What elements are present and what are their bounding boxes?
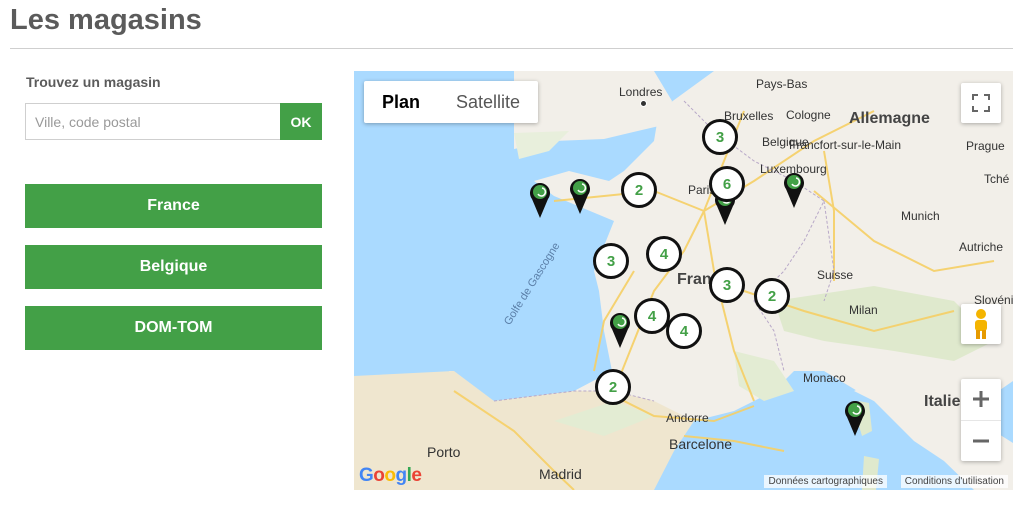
- search-form: OK: [25, 103, 322, 140]
- store-cluster[interactable]: 4: [666, 313, 702, 349]
- google-logo: Google: [359, 465, 422, 486]
- store-pin-icon[interactable]: [609, 311, 631, 349]
- search-ok-button[interactable]: OK: [280, 103, 322, 140]
- map-label-barcelone: Barcelone: [669, 436, 733, 452]
- store-cluster[interactable]: 2: [595, 369, 631, 405]
- title-divider: [10, 48, 1013, 49]
- map-label-andorre: Andorre: [666, 411, 709, 425]
- pegman-icon: [975, 309, 987, 339]
- map-label-tche: Tché: [984, 172, 1010, 186]
- map-dot-londres: [640, 100, 647, 107]
- fullscreen-button[interactable]: [961, 83, 1001, 123]
- store-cluster[interactable]: 2: [754, 278, 790, 314]
- store-cluster[interactable]: 4: [634, 298, 670, 334]
- map-label-slovenie: Slovéni: [974, 293, 1013, 307]
- fullscreen-icon: [972, 94, 990, 112]
- map-label-pays-bas: Pays-Bas: [756, 77, 808, 91]
- map-label-italie: Italie: [924, 393, 961, 410]
- plus-icon: [973, 391, 989, 408]
- country-button-france[interactable]: France: [25, 184, 322, 228]
- map-type-satellite-button[interactable]: Satellite: [438, 81, 538, 123]
- street-view-button[interactable]: [961, 304, 1001, 344]
- store-finder-label: Trouvez un magasin: [26, 74, 161, 90]
- zoom-in-button[interactable]: [961, 379, 1001, 421]
- map-type-control: Plan Satellite: [364, 81, 539, 123]
- store-pin-icon[interactable]: [529, 181, 551, 219]
- zoom-out-button[interactable]: [961, 421, 1001, 462]
- page-title: Les magasins: [10, 4, 202, 36]
- terms-of-use-link[interactable]: Conditions d'utilisation: [900, 475, 1008, 488]
- map-label-milan: Milan: [849, 303, 878, 317]
- map-label-francfort: Francfort-sur-le-Main: [789, 138, 902, 152]
- country-button-belgique[interactable]: Belgique: [25, 245, 322, 289]
- map-label-allemagne: Allemagne: [849, 110, 930, 127]
- map-label-madrid: Madrid: [539, 466, 582, 482]
- map-label-suisse: Suisse: [817, 268, 854, 282]
- store-pin-icon[interactable]: [844, 399, 866, 437]
- map-label-cologne: Cologne: [786, 108, 831, 122]
- map-label-bruxelles: Bruxelles: [724, 109, 774, 123]
- map-label-munich: Munich: [901, 209, 940, 223]
- map-label-monaco: Monaco: [803, 371, 846, 385]
- map-label-porto: Porto: [427, 444, 461, 460]
- map-type-plan-button[interactable]: Plan: [364, 81, 438, 123]
- map-label-londres: Londres: [619, 85, 663, 99]
- minus-icon: [973, 439, 989, 443]
- location-search-input[interactable]: [25, 103, 281, 140]
- map-label-prague: Prague: [966, 139, 1005, 153]
- store-cluster[interactable]: 3: [593, 243, 629, 279]
- country-button-dom-tom[interactable]: DOM-TOM: [25, 306, 322, 350]
- store-cluster[interactable]: 3: [709, 267, 745, 303]
- map-label-autriche: Autriche: [959, 240, 1004, 254]
- store-pin-icon[interactable]: [783, 171, 805, 209]
- store-map[interactable]: Plan Satellite Londres Pays-Bas Bruxelle…: [354, 71, 1013, 490]
- zoom-control: [961, 379, 1001, 461]
- store-cluster[interactable]: 6: [709, 166, 745, 202]
- map-data-attribution[interactable]: Données cartographiques: [764, 475, 887, 488]
- store-cluster[interactable]: 3: [702, 119, 738, 155]
- store-cluster[interactable]: 4: [646, 236, 682, 272]
- store-cluster[interactable]: 2: [621, 172, 657, 208]
- store-pin-icon[interactable]: [569, 177, 591, 215]
